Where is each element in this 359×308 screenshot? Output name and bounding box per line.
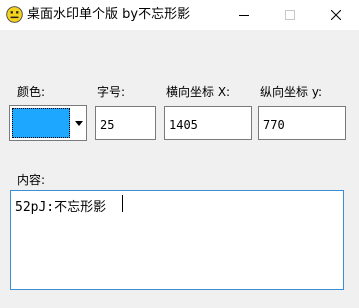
close-icon bbox=[331, 10, 341, 20]
y-coordinate-label: 纵向坐标 y: bbox=[260, 85, 323, 99]
close-button[interactable] bbox=[313, 0, 359, 30]
y-coordinate-input[interactable]: 770 bbox=[258, 106, 346, 140]
x-coordinate-label: 横向坐标 X: bbox=[166, 85, 231, 99]
color-picker-combo[interactable] bbox=[9, 105, 87, 141]
dropdown-arrow-icon bbox=[75, 120, 83, 126]
font-size-input[interactable]: 25 bbox=[95, 106, 156, 140]
content-label: 内容: bbox=[17, 173, 46, 187]
minimize-button[interactable] bbox=[221, 0, 267, 30]
x-coordinate-input[interactable]: 1405 bbox=[164, 106, 252, 140]
smiley-face-icon bbox=[6, 6, 23, 23]
maximize-icon bbox=[285, 10, 295, 20]
maximize-button[interactable] bbox=[267, 0, 313, 30]
watermark-window: 桌面水印单个版 by不忘形影 颜色: 字号: 横向坐标 X: 纵向坐标 y: 2… bbox=[0, 0, 359, 308]
content-text: 52pJ:不忘形影 bbox=[15, 200, 107, 215]
content-textarea[interactable]: 52pJ:不忘形影 bbox=[10, 190, 344, 290]
window-title: 桌面水印单个版 by不忘形影 bbox=[27, 7, 191, 22]
color-swatch[interactable] bbox=[12, 108, 70, 138]
font-size-label: 字号: bbox=[97, 85, 126, 99]
text-caret bbox=[122, 195, 123, 212]
color-label: 颜色: bbox=[17, 85, 46, 99]
color-dropdown-button[interactable] bbox=[72, 107, 86, 139]
minimize-icon bbox=[239, 15, 249, 16]
title-bar: 桌面水印单个版 by不忘形影 bbox=[0, 0, 359, 30]
